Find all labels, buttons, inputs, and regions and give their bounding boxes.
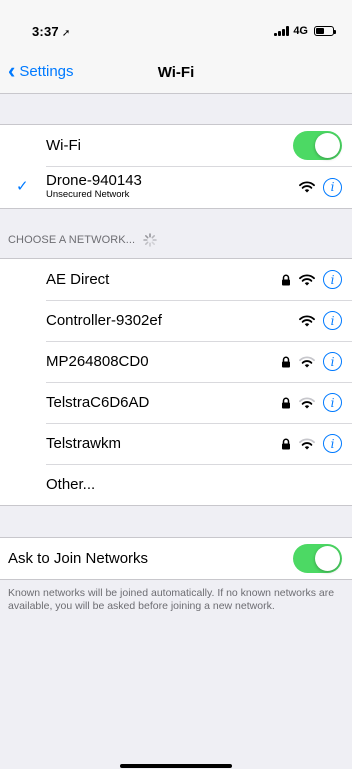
wifi-signal-icon xyxy=(299,314,315,326)
wifi-signal-icon xyxy=(299,181,315,193)
status-indicators: 4G xyxy=(274,25,336,37)
ask-to-join-label: Ask to Join Networks xyxy=(8,550,149,567)
network-name: MP264808CD0 xyxy=(46,353,149,370)
info-button[interactable]: i xyxy=(323,352,342,371)
checkmark-icon: ✓ xyxy=(16,178,29,195)
navigation-bar: ‹ Settings Wi-Fi xyxy=(0,52,352,94)
ask-to-join-toggle-switch[interactable] xyxy=(293,544,342,573)
wifi-signal-icon xyxy=(299,273,315,285)
network-name: AE Direct xyxy=(46,271,110,288)
info-button[interactable]: i xyxy=(323,177,342,197)
section-header-label: CHOOSE A NETWORK... xyxy=(8,234,136,246)
network-row[interactable]: Telstrawkm i xyxy=(0,423,352,464)
lock-icon xyxy=(282,274,290,285)
toggle-knob xyxy=(315,546,340,571)
location-arrow-icon: ➚ xyxy=(61,28,71,39)
home-indicator[interactable] xyxy=(120,764,232,768)
cellular-signal-icon xyxy=(274,26,290,36)
network-row[interactable]: Controller-9302ef i xyxy=(0,300,352,341)
info-button[interactable]: i xyxy=(323,434,342,453)
clock-text: 3:37 xyxy=(32,24,59,39)
other-network-row[interactable]: Other... xyxy=(0,464,352,505)
connected-network-row[interactable]: ✓ Drone-940143 Unsecured Network i xyxy=(0,166,352,208)
connected-network-status: Unsecured Network xyxy=(46,189,130,200)
page-title: Wi-Fi xyxy=(157,64,195,81)
wifi-signal-icon xyxy=(299,396,315,408)
status-time: 3:37 ➚ xyxy=(32,24,70,39)
network-row[interactable]: MP264808CD0 i xyxy=(0,341,352,382)
info-button[interactable]: i xyxy=(323,311,342,330)
network-name: TelstraC6D6AD xyxy=(46,394,150,411)
info-button[interactable]: i xyxy=(323,270,342,289)
network-row[interactable]: AE Direct i xyxy=(0,259,352,300)
lock-icon xyxy=(282,438,290,449)
battery-icon xyxy=(314,26,336,36)
network-name: Controller-9302ef xyxy=(46,312,162,329)
wifi-signal-icon xyxy=(299,355,315,367)
choose-network-header: CHOOSE A NETWORK... xyxy=(8,233,157,247)
other-network-label: Other... xyxy=(46,476,96,493)
loading-spinner-icon xyxy=(143,233,157,247)
network-row[interactable]: TelstraC6D6AD i xyxy=(0,382,352,423)
ask-to-join-group: Ask to Join Networks xyxy=(0,537,352,580)
network-type-label: 4G xyxy=(293,25,308,37)
ask-to-join-footer: Known networks will be joined automatica… xyxy=(8,587,335,612)
ask-to-join-row: Ask to Join Networks xyxy=(0,538,352,579)
wifi-signal-icon xyxy=(299,437,315,449)
lock-icon xyxy=(282,356,290,367)
status-bar: 3:37 ➚ 4G xyxy=(0,0,352,52)
info-button[interactable]: i xyxy=(323,393,342,412)
toggle-knob xyxy=(315,133,340,158)
lock-icon xyxy=(282,397,290,408)
wifi-toggle-switch[interactable] xyxy=(293,131,342,160)
wifi-toggle-label: Wi-Fi xyxy=(46,137,81,154)
wifi-toggle-row: Wi-Fi xyxy=(0,125,352,166)
network-list: AE Direct i Controller-9302ef i MP264808… xyxy=(0,258,352,506)
wifi-group: Wi-Fi ✓ Drone-940143 Unsecured Network i xyxy=(0,124,352,209)
network-name: Telstrawkm xyxy=(46,435,122,452)
wifi-settings-screen: 3:37 ➚ 4G ‹ Settings Wi-Fi Wi-Fi ✓ Drone… xyxy=(0,0,352,769)
connected-network-name: Drone-940143 xyxy=(46,172,142,189)
